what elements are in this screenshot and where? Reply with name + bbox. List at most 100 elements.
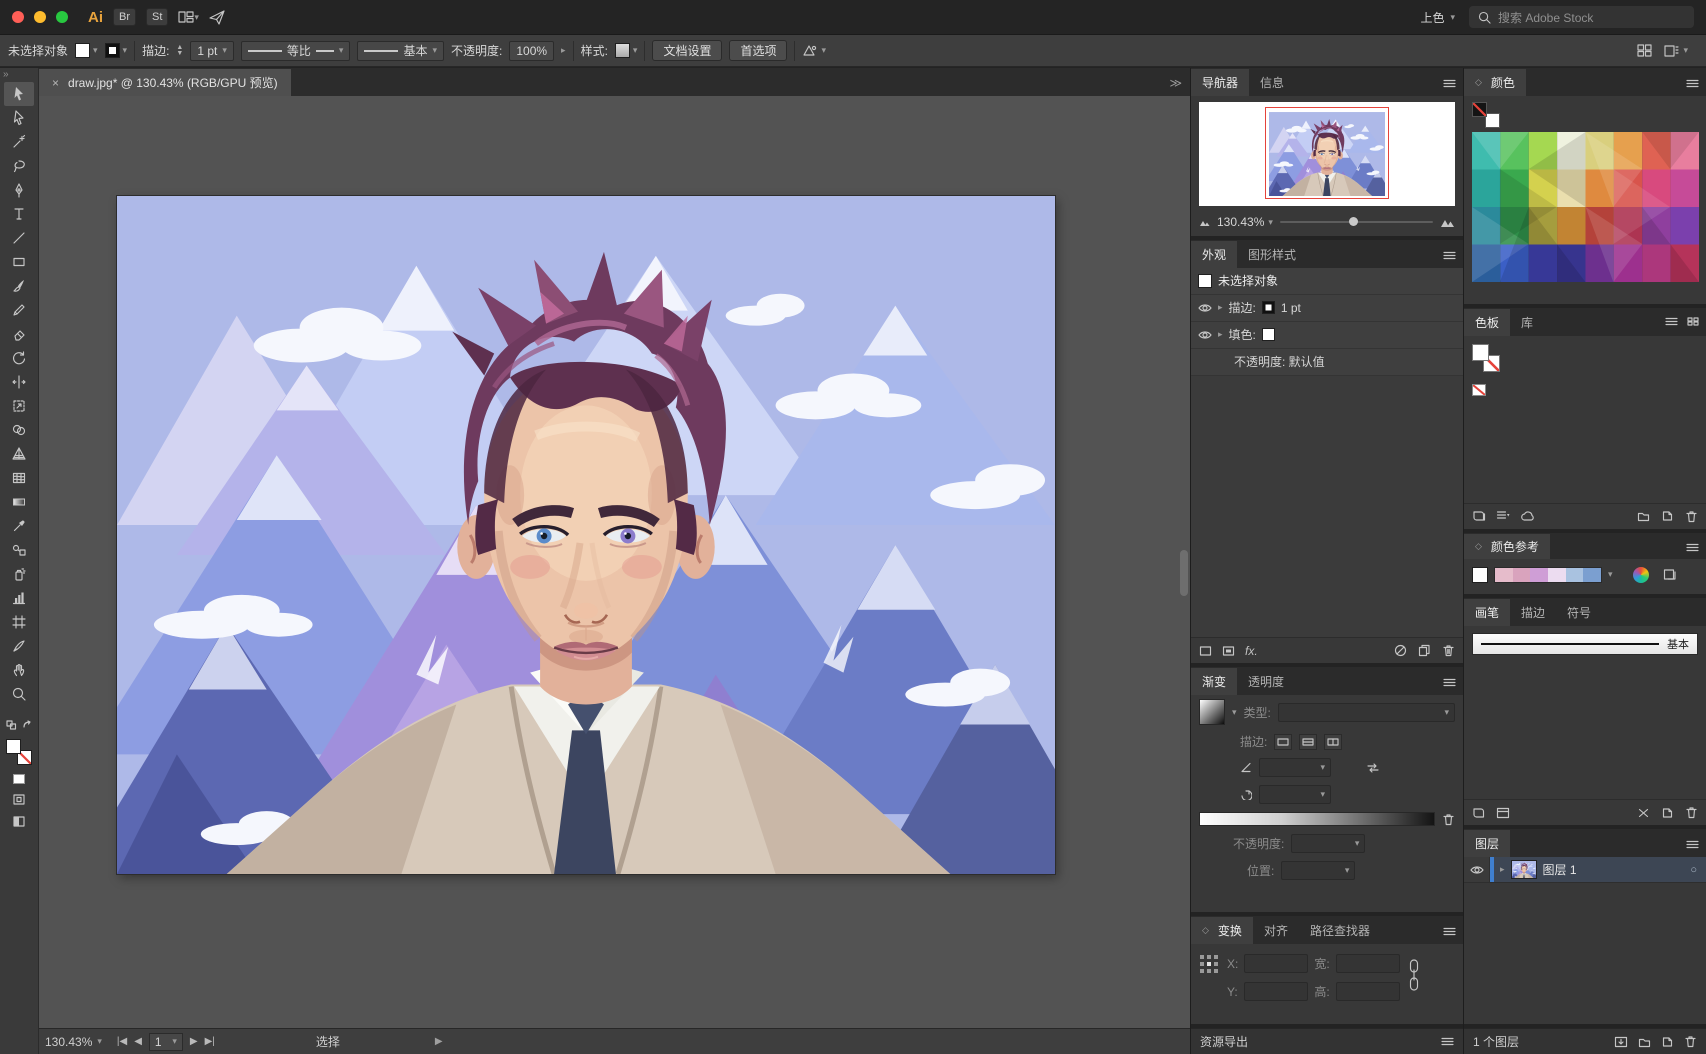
- screen-mode-icon[interactable]: [12, 815, 26, 828]
- panel-menu-icon[interactable]: [1686, 838, 1699, 852]
- bridge-button[interactable]: Br: [113, 8, 136, 26]
- color-fill-stroke-indicator[interactable]: [1472, 102, 1506, 130]
- add-new-stroke-icon[interactable]: [1199, 645, 1212, 657]
- stroke-row-value[interactable]: 1 pt: [1281, 301, 1301, 315]
- free-transform-tool[interactable]: [4, 394, 34, 418]
- x-field[interactable]: [1244, 954, 1308, 973]
- preferences-button[interactable]: 首选项: [729, 40, 787, 61]
- layer-row-body[interactable]: ▸ 图层 1 ○: [1494, 857, 1706, 882]
- next-artboard-button[interactable]: ▶: [190, 1036, 198, 1047]
- reverse-gradient-icon[interactable]: [1366, 762, 1380, 774]
- gradient-location-dropdown[interactable]: ▾: [1281, 861, 1355, 880]
- tab-pathfinder[interactable]: 路径查找器: [1299, 917, 1381, 944]
- stroke-weight-stepper[interactable]: ▲▼: [176, 45, 183, 57]
- eye-icon[interactable]: [1198, 303, 1212, 313]
- panel-menu-icon[interactable]: [1443, 676, 1456, 690]
- new-sublayer-icon[interactable]: [1638, 1036, 1651, 1048]
- navigator-preview[interactable]: [1199, 102, 1455, 206]
- close-window-button[interactable]: [12, 11, 24, 23]
- harmony-colors-strip[interactable]: [1494, 567, 1602, 583]
- arrange-documents-button[interactable]: ▾: [178, 10, 199, 24]
- stroke-white-swatch[interactable]: [1485, 113, 1500, 128]
- width-profile-dropdown[interactable]: 等比▾: [241, 41, 351, 61]
- slice-tool[interactable]: [4, 634, 34, 658]
- brush-definition-dropdown[interactable]: 基本▾: [357, 41, 444, 61]
- symbol-options-dropdown[interactable]: ▾: [802, 44, 826, 57]
- appearance-row-stroke[interactable]: ▸ 描边: 1 pt: [1191, 295, 1463, 322]
- panel-arrange-dropdown[interactable]: ▾: [1664, 45, 1688, 57]
- swatches-fill-stroke-indicator[interactable]: [1472, 344, 1506, 376]
- panel-menu-icon[interactable]: [1686, 541, 1699, 555]
- layer-row[interactable]: ▸ 图层 1 ○: [1464, 857, 1706, 883]
- type-tool[interactable]: [4, 202, 34, 226]
- tab-graphic-styles[interactable]: 图形样式: [1237, 241, 1307, 268]
- collect-for-export-icon[interactable]: [1614, 1036, 1628, 1048]
- panel-menu-icon[interactable]: [1443, 925, 1456, 939]
- brush-libraries-icon[interactable]: [1472, 807, 1486, 819]
- shape-builder-tool[interactable]: [4, 418, 34, 442]
- collapse-icon[interactable]: ◇: [1202, 925, 1209, 936]
- maximize-window-button[interactable]: [56, 11, 68, 23]
- stock-button[interactable]: St: [146, 8, 168, 26]
- direct-selection-tool[interactable]: [4, 106, 34, 130]
- gradient-aspect-field[interactable]: ▾: [1259, 785, 1331, 804]
- panel-menu-icon[interactable]: [1686, 77, 1699, 91]
- layer-target-icon[interactable]: ○: [1690, 864, 1697, 876]
- grid-view-icon[interactable]: [1687, 317, 1699, 326]
- layer-name[interactable]: 图层 1: [1543, 861, 1577, 878]
- tools-overflow-icon[interactable]: »: [0, 69, 12, 82]
- fill-none-swatch[interactable]: [1472, 102, 1487, 117]
- zoom-in-mountains-icon[interactable]: [1440, 216, 1455, 228]
- new-layer-icon[interactable]: [1661, 1036, 1674, 1048]
- tab-color[interactable]: ◇颜色: [1464, 69, 1526, 96]
- color-spectrum[interactable]: [1472, 132, 1699, 282]
- add-effect-button[interactable]: fx.: [1245, 644, 1258, 658]
- artboard-tool[interactable]: [4, 610, 34, 634]
- appearance-row-fill[interactable]: ▸ 填色:: [1191, 322, 1463, 349]
- hand-tool[interactable]: [4, 658, 34, 682]
- tab-layers[interactable]: 图层: [1464, 830, 1510, 857]
- color-mode-button[interactable]: [13, 774, 25, 784]
- opacity-row-label[interactable]: 不透明度: 默认值: [1234, 353, 1325, 370]
- workspace-switcher[interactable]: 上色 ▾: [1420, 9, 1455, 26]
- fill-swatch[interactable]: [6, 739, 21, 754]
- tab-color-guide[interactable]: ◇颜色参考: [1464, 534, 1550, 559]
- duplicate-item-icon[interactable]: [1418, 644, 1431, 657]
- add-new-fill-icon[interactable]: [1222, 645, 1235, 657]
- blend-tool[interactable]: [4, 538, 34, 562]
- chevron-down-icon[interactable]: ▾: [1608, 569, 1613, 580]
- gradient-slider[interactable]: [1199, 812, 1435, 826]
- first-artboard-button[interactable]: |◀: [117, 1036, 127, 1047]
- tab-transform[interactable]: ◇变换: [1191, 917, 1253, 944]
- pencil-tool[interactable]: [4, 298, 34, 322]
- gradient-thumbnail[interactable]: [1199, 699, 1225, 725]
- lasso-tool[interactable]: [4, 154, 34, 178]
- appearance-row-selection[interactable]: 未选择对象: [1191, 268, 1463, 295]
- fill-swatch[interactable]: [1472, 344, 1489, 361]
- gradient-angle-field[interactable]: ▾: [1259, 758, 1331, 777]
- selection-tool[interactable]: [4, 82, 34, 106]
- fill-row-swatch[interactable]: [1262, 328, 1275, 341]
- height-field[interactable]: [1336, 982, 1400, 1001]
- stroke-color-dropdown[interactable]: ▾: [105, 43, 128, 58]
- panel-menu-icon[interactable]: [1443, 77, 1456, 91]
- appearance-row-opacity[interactable]: 不透明度: 默认值: [1191, 349, 1463, 376]
- last-artboard-button[interactable]: ▶|: [205, 1036, 215, 1047]
- new-swatch-icon[interactable]: [1661, 510, 1674, 522]
- zoom-out-mountains-icon[interactable]: [1199, 218, 1210, 227]
- status-menu-arrow-icon[interactable]: ▶: [435, 1036, 443, 1047]
- minimize-window-button[interactable]: [34, 11, 46, 23]
- line-segment-tool[interactable]: [4, 226, 34, 250]
- fill-color-dropdown[interactable]: ▾: [75, 43, 98, 58]
- navigator-view-box[interactable]: [1265, 107, 1389, 199]
- save-to-swatches-icon[interactable]: [1663, 568, 1678, 581]
- base-color-swatch[interactable]: [1472, 567, 1488, 583]
- opacity-field[interactable]: 100%: [509, 41, 554, 61]
- trash-icon[interactable]: [1442, 644, 1455, 657]
- tab-gradient[interactable]: 渐变: [1191, 668, 1237, 695]
- draw-mode-mini-icons[interactable]: [6, 720, 33, 730]
- tab-appearance[interactable]: 外观: [1191, 241, 1237, 268]
- document-tab[interactable]: × draw.jpg* @ 130.43% (RGB/GPU 预览): [39, 69, 291, 96]
- tab-transparency[interactable]: 透明度: [1237, 668, 1295, 695]
- collapse-icon[interactable]: ◇: [1475, 77, 1482, 88]
